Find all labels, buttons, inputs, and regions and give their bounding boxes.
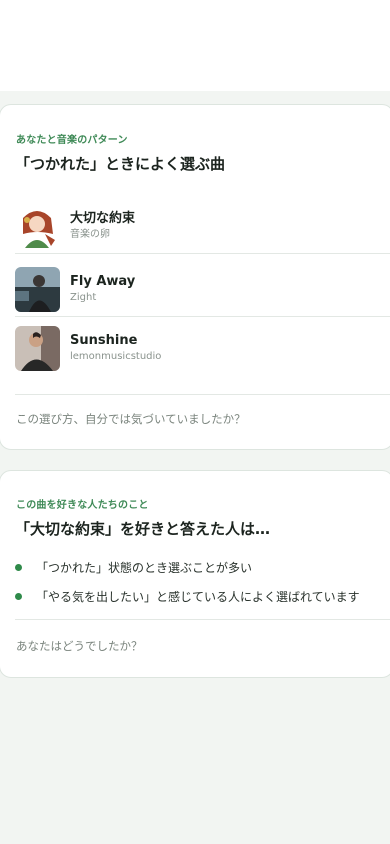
track-artist: lemonmusicstudio	[70, 351, 162, 362]
fans-eyebrow: この曲を好きな人たちのこと	[16, 500, 149, 511]
bullet-dot-icon	[15, 564, 22, 571]
experience-question: あなたはどうでしたか？	[16, 639, 143, 653]
divider	[15, 394, 390, 395]
track-artist: 音楽の卵	[70, 229, 110, 240]
insight-item: 「つかれた」状態のとき選ぶことが多い	[15, 559, 390, 576]
track-title: 大切な約束	[70, 211, 136, 226]
track-item[interactable]: Sunshine lemonmusicstudio	[15, 324, 390, 372]
divider	[15, 253, 390, 254]
divider	[15, 316, 390, 317]
track-item[interactable]: Fly Away Zight	[15, 265, 390, 313]
album-art-person-photo	[15, 266, 60, 312]
pattern-title: 「つかれた」ときによく選ぶ曲	[15, 155, 226, 173]
album-art-man-photo	[15, 325, 60, 371]
insight-item: 「やる気を出したい」と感じている人によく選ばれています	[15, 588, 390, 605]
insight-text: 「やる気を出したい」と感じている人によく選ばれています	[36, 590, 360, 604]
listening-pattern-card: あなたと音楽のパターン 「つかれた」ときによく選ぶ曲 大切な約束 音楽の卵 Fl…	[0, 104, 390, 450]
top-blank-area	[0, 0, 390, 91]
track-title: Fly Away	[70, 274, 136, 289]
song-fans-card: この曲を好きな人たちのこと 「大切な約束」を好きと答えた人は… 「つかれた」状態…	[0, 470, 390, 678]
fans-title: 「大切な約束」を好きと答えた人は…	[15, 520, 271, 538]
track-artist: Zight	[70, 292, 97, 303]
bullet-dot-icon	[15, 593, 22, 600]
track-title: Sunshine	[70, 333, 138, 348]
album-art-anime-girl	[15, 203, 60, 249]
pattern-eyebrow: あなたと音楽のパターン	[16, 135, 128, 146]
divider	[15, 619, 390, 620]
track-item[interactable]: 大切な約束 音楽の卵	[15, 202, 390, 250]
insight-text: 「つかれた」状態のとき選ぶことが多い	[36, 561, 253, 575]
awareness-question: この選び方、自分では気づいていましたか？	[16, 412, 246, 426]
